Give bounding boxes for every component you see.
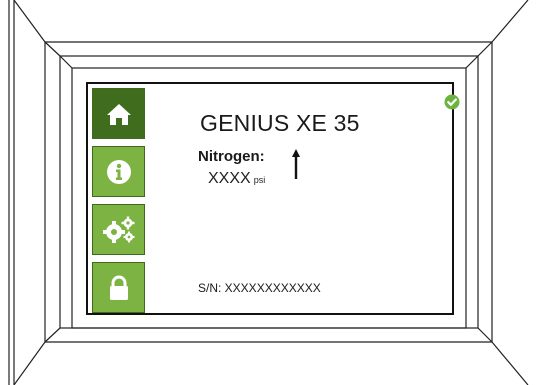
nitrogen-label: Nitrogen: — [198, 148, 265, 165]
home-icon — [106, 103, 131, 125]
info-icon — [106, 159, 131, 184]
nitrogen-reading: XXXX psi — [208, 170, 265, 188]
nav-info-button[interactable] — [92, 146, 145, 197]
nav-lock-button[interactable] — [92, 262, 145, 313]
display-screen: GENIUS XE 35 Nitrogen: XXXX psi S/N: XXXX… — [86, 82, 460, 315]
lock-icon — [109, 275, 128, 300]
serial-number: S/N: XXXXXXXXXXXX — [198, 281, 321, 295]
nav-home-button[interactable] — [92, 88, 145, 139]
gears-icon — [102, 216, 134, 243]
nitrogen-value: XXXX — [208, 170, 251, 187]
nav-settings-button[interactable] — [92, 204, 145, 255]
nitrogen-unit: psi — [253, 175, 266, 185]
check-circle-icon — [444, 94, 460, 110]
device-title: GENIUS XE 35 — [200, 110, 360, 136]
arrow-up-icon — [292, 149, 300, 179]
